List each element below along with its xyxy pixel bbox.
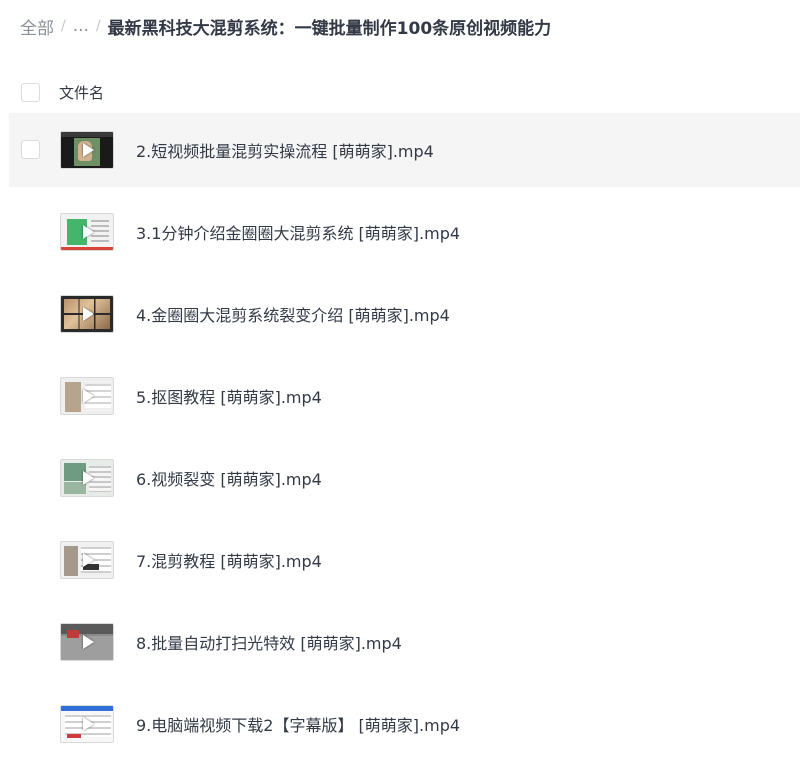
play-icon: [83, 389, 94, 403]
select-all-checkbox[interactable]: [21, 83, 40, 102]
video-thumbnail-icon[interactable]: [60, 377, 114, 415]
play-icon: [83, 225, 94, 239]
video-thumbnail-icon[interactable]: [60, 541, 114, 579]
file-row[interactable]: 4.金圈圈大混剪系统裂变介绍 [萌萌家].mp4: [9, 277, 800, 351]
file-row[interactable]: 6.视频裂变 [萌萌家].mp4: [9, 441, 800, 515]
video-thumbnail-icon[interactable]: [60, 213, 114, 251]
file-name[interactable]: 9.电脑端视频下载2【字幕版】 [萌萌家].mp4: [136, 712, 460, 736]
file-row[interactable]: 7.混剪教程 [萌萌家].mp4: [9, 523, 800, 597]
breadcrumb-separator: /: [95, 18, 101, 34]
video-thumbnail-icon[interactable]: [60, 705, 114, 743]
file-name[interactable]: 7.混剪教程 [萌萌家].mp4: [136, 548, 322, 572]
file-name[interactable]: 3.1分钟介绍金圈圈大混剪系统 [萌萌家].mp4: [136, 220, 460, 244]
play-icon: [83, 553, 94, 567]
video-thumbnail-icon[interactable]: [60, 459, 114, 497]
file-row[interactable]: 9.电脑端视频下载2【字幕版】 [萌萌家].mp4: [9, 687, 800, 761]
file-row[interactable]: 8.批量自动打扫光特效 [萌萌家].mp4: [9, 605, 800, 679]
breadcrumb-root[interactable]: 全部: [20, 14, 54, 39]
video-thumbnail-icon[interactable]: [60, 131, 114, 169]
file-name[interactable]: 5.抠图教程 [萌萌家].mp4: [136, 384, 322, 408]
video-thumbnail-icon[interactable]: [60, 295, 114, 333]
file-name[interactable]: 2.短视频批量混剪实操流程 [萌萌家].mp4: [136, 138, 434, 162]
play-icon: [83, 717, 94, 731]
list-header: 文件名: [0, 72, 800, 114]
file-name[interactable]: 6.视频裂变 [萌萌家].mp4: [136, 466, 322, 490]
play-icon: [83, 307, 94, 321]
row-checkbox[interactable]: [21, 140, 40, 159]
file-name[interactable]: 4.金圈圈大混剪系统裂变介绍 [萌萌家].mp4: [136, 302, 450, 326]
breadcrumb-ellipsis[interactable]: ...: [73, 16, 89, 36]
file-row[interactable]: 2.短视频批量混剪实操流程 [萌萌家].mp4: [9, 113, 800, 187]
play-icon: [83, 635, 94, 649]
file-row[interactable]: 5.抠图教程 [萌萌家].mp4: [9, 359, 800, 433]
filename-column-header[interactable]: 文件名: [59, 82, 104, 103]
file-name[interactable]: 8.批量自动打扫光特效 [萌萌家].mp4: [136, 630, 402, 654]
video-thumbnail-icon[interactable]: [60, 623, 114, 661]
play-icon: [83, 143, 94, 157]
breadcrumb: 全部 / ... / 最新黑科技大混剪系统：一键批量制作100条原创视频能力: [20, 12, 551, 40]
breadcrumb-current-folder: 最新黑科技大混剪系统：一键批量制作100条原创视频能力: [107, 18, 552, 39]
play-icon: [83, 471, 94, 485]
file-row[interactable]: 3.1分钟介绍金圈圈大混剪系统 [萌萌家].mp4: [9, 195, 800, 269]
breadcrumb-separator: /: [61, 18, 66, 34]
file-browser: 全部 / ... / 最新黑科技大混剪系统：一键批量制作100条原创视频能力 文…: [0, 0, 800, 775]
